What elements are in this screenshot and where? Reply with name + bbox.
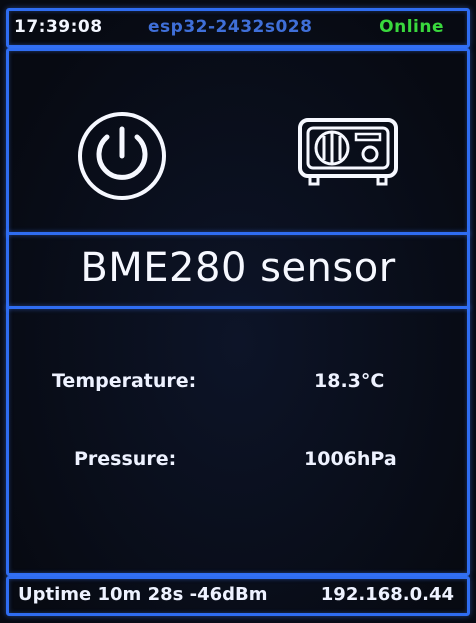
pressure-label: Pressure: <box>74 448 177 470</box>
title-divider-bottom <box>6 306 470 309</box>
ip-address: 192.168.0.44 <box>320 584 454 605</box>
uptime-info: Uptime 10m 28s -46dBm <box>18 584 268 605</box>
page-title: BME280 sensor <box>80 245 396 291</box>
device-screen: 17:39:08 esp32-2432s028 Online BME280 se… <box>0 0 476 623</box>
temperature-value: 18.3°C <box>314 370 385 392</box>
clock: 17:39:08 <box>14 17 103 37</box>
device-id: esp32-2432s028 <box>148 17 313 37</box>
radio-icon[interactable] <box>294 112 406 192</box>
temperature-label: Temperature: <box>52 370 197 392</box>
title-divider-top <box>6 232 470 235</box>
power-icon[interactable] <box>74 108 170 204</box>
pressure-value: 1006hPa <box>304 448 397 470</box>
connection-status: Online <box>379 17 444 37</box>
